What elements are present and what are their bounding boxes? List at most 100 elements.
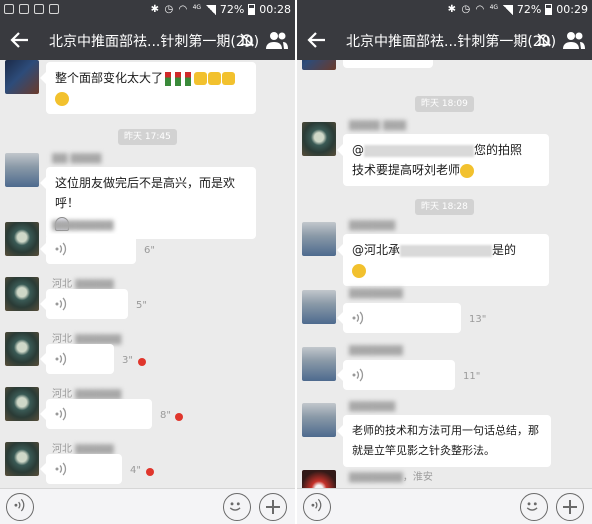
avatar[interactable] — [5, 222, 39, 256]
plus-icon[interactable] — [556, 493, 584, 521]
voice-wave-icon — [55, 407, 67, 421]
chat-header: 北京中推面部祛...针刺第一期(20) — [297, 20, 592, 60]
chat-header: 北京中推面部祛...针刺第一期(20) — [0, 20, 295, 60]
avatar[interactable] — [302, 222, 336, 256]
voice-wave-icon — [55, 297, 67, 311]
sender-name: ▇▇▇▇▇▇ — [349, 220, 396, 231]
voice-message[interactable] — [337, 303, 461, 333]
emoji-icon[interactable] — [223, 493, 251, 521]
clock: 00:29 — [556, 3, 588, 16]
message-list[interactable]: 整个面部变化太大了 昨天 17:45 ▇▇ ▇▇▇▇ 这位朋友做完后不是高兴，而… — [0, 60, 295, 488]
message-text: 整个面部变化太大了 — [55, 71, 164, 85]
message-bubble[interactable]: 老师的技术和方法可用一句话总结，那 就是立竿见影之针灸整形法。 — [337, 415, 551, 467]
message-text: 技术要提高呀刘老师 — [352, 163, 461, 177]
wifi-icon: ◠ — [475, 4, 485, 15]
message-bubble[interactable]: 整个面部变化太大了 — [40, 62, 256, 114]
notification-icon — [19, 4, 29, 14]
timestamp: 昨天 18:09 — [415, 96, 474, 112]
network-type: 4G — [489, 4, 499, 11]
chat-screen-left: ✱ ◷ ◠ 4G 72% 00:28 北京中推面部祛...针刺第一期(20) 整… — [0, 0, 295, 524]
voice-message[interactable] — [40, 234, 136, 264]
avatar[interactable] — [5, 153, 39, 187]
signal-icon — [502, 4, 513, 15]
grin-emoji-icon — [55, 91, 69, 106]
message-bubble[interactable] — [343, 60, 433, 68]
surprised-emoji-icon — [352, 263, 366, 278]
bluetooth-icon: ✱ — [150, 4, 160, 15]
avatar[interactable] — [5, 60, 39, 94]
avatar[interactable] — [302, 60, 336, 70]
back-arrow-icon[interactable] — [306, 29, 328, 51]
mute-bell-icon — [536, 33, 552, 47]
bluetooth-icon: ✱ — [447, 4, 457, 15]
thumbs-up-icon — [208, 72, 222, 85]
signal-icon — [205, 4, 216, 15]
avatar[interactable] — [5, 277, 39, 311]
message-text: 是的 — [492, 243, 517, 257]
timestamp: 昨天 17:45 — [118, 129, 177, 145]
voice-duration: 8" — [160, 410, 171, 421]
plus-icon[interactable] — [259, 493, 287, 521]
network-type: 4G — [192, 4, 202, 11]
sender-name: ▇▇ ▇▇▇▇ — [52, 153, 102, 164]
emoji-icon[interactable] — [520, 493, 548, 521]
voice-message[interactable] — [40, 289, 128, 319]
sender-name: ▇▇▇▇ ▇▇▇ — [349, 120, 407, 131]
sender-name: 河北 ▇▇▇▇▇▇ — [52, 334, 122, 345]
sender-name: 河北 ▇▇▇▇▇▇ — [52, 389, 122, 400]
voice-input-icon[interactable] — [303, 493, 331, 521]
unread-dot — [146, 468, 154, 476]
voice-message[interactable] — [40, 399, 152, 429]
battery-percent: 72% — [516, 3, 542, 16]
message-text: 这位朋友做完后不是高兴，而是欢呼！ — [55, 176, 236, 210]
avatar[interactable] — [5, 387, 39, 421]
message-list[interactable]: 昨天 18:09 ▇▇▇▇ ▇▇▇ @ 您的拍照 技术要提高呀刘老师 昨天 18:2… — [297, 60, 592, 488]
chat-screen-right: ✱ ◷ ◠ 4G 72% 00:29 北京中推面部祛...针刺第一期(20) 昨… — [297, 0, 592, 524]
timestamp: 昨天 18:28 — [415, 199, 474, 215]
voice-wave-icon — [55, 352, 67, 366]
back-arrow-icon[interactable] — [9, 29, 31, 51]
sender-name: 河北 ▇▇▇▇▇ — [52, 279, 114, 290]
sender-name: ▇▇▇▇▇▇ — [349, 401, 396, 412]
chat-title: 北京中推面部祛...针刺第一期(20) — [346, 34, 557, 50]
message-bubble[interactable]: @河北承 是的 — [337, 234, 549, 286]
voice-input-icon[interactable] — [6, 493, 34, 521]
message-text: 老师的技术和方法可用一句话总结，那 — [352, 424, 539, 437]
thumbs-up-icon — [222, 72, 236, 85]
group-members-icon[interactable] — [562, 30, 586, 50]
wifi-icon: ◠ — [178, 4, 188, 15]
avatar[interactable] — [302, 403, 336, 437]
sender-name: ▇▇▇▇▇▇▇，淮安 — [349, 472, 433, 483]
sender-name: ▇▇▇▇▇▇▇ — [349, 345, 403, 356]
battery-icon — [248, 4, 256, 15]
message-text: 就是立竿见影之针灸整形法。 — [352, 444, 495, 457]
avatar[interactable] — [302, 290, 336, 324]
avatar[interactable] — [5, 332, 39, 366]
input-bar — [297, 488, 592, 524]
alarm-icon: ◷ — [461, 4, 471, 15]
voice-message[interactable] — [337, 360, 455, 390]
sender-name: 河北 ▇▇▇▇▇ — [52, 444, 114, 455]
mention[interactable]: @ — [352, 143, 364, 157]
avatar[interactable] — [302, 122, 336, 156]
voice-wave-icon — [55, 242, 67, 256]
notification-icon — [34, 4, 44, 14]
group-members-icon[interactable] — [265, 30, 289, 50]
mention[interactable]: @河北承 — [352, 243, 400, 257]
voice-duration: 3" — [122, 355, 133, 366]
notification-icon — [49, 4, 59, 14]
unread-dot — [175, 413, 183, 421]
voice-message[interactable] — [40, 344, 114, 374]
voice-duration: 6" — [144, 245, 155, 256]
sender-name: ▇▇▇▇▇▇▇ — [349, 288, 403, 299]
notification-icons — [4, 4, 59, 14]
avatar[interactable] — [5, 442, 39, 476]
alarm-icon: ◷ — [164, 4, 174, 15]
battery-percent: 72% — [219, 3, 245, 16]
status-bar: ✱ ◷ ◠ 4G 72% 00:28 — [0, 0, 295, 20]
message-bubble[interactable]: @ 您的拍照 技术要提高呀刘老师 — [337, 134, 549, 186]
avatar[interactable] — [302, 347, 336, 381]
voice-message[interactable] — [40, 454, 122, 484]
voice-duration: 5" — [136, 300, 147, 311]
avatar[interactable] — [302, 470, 336, 488]
